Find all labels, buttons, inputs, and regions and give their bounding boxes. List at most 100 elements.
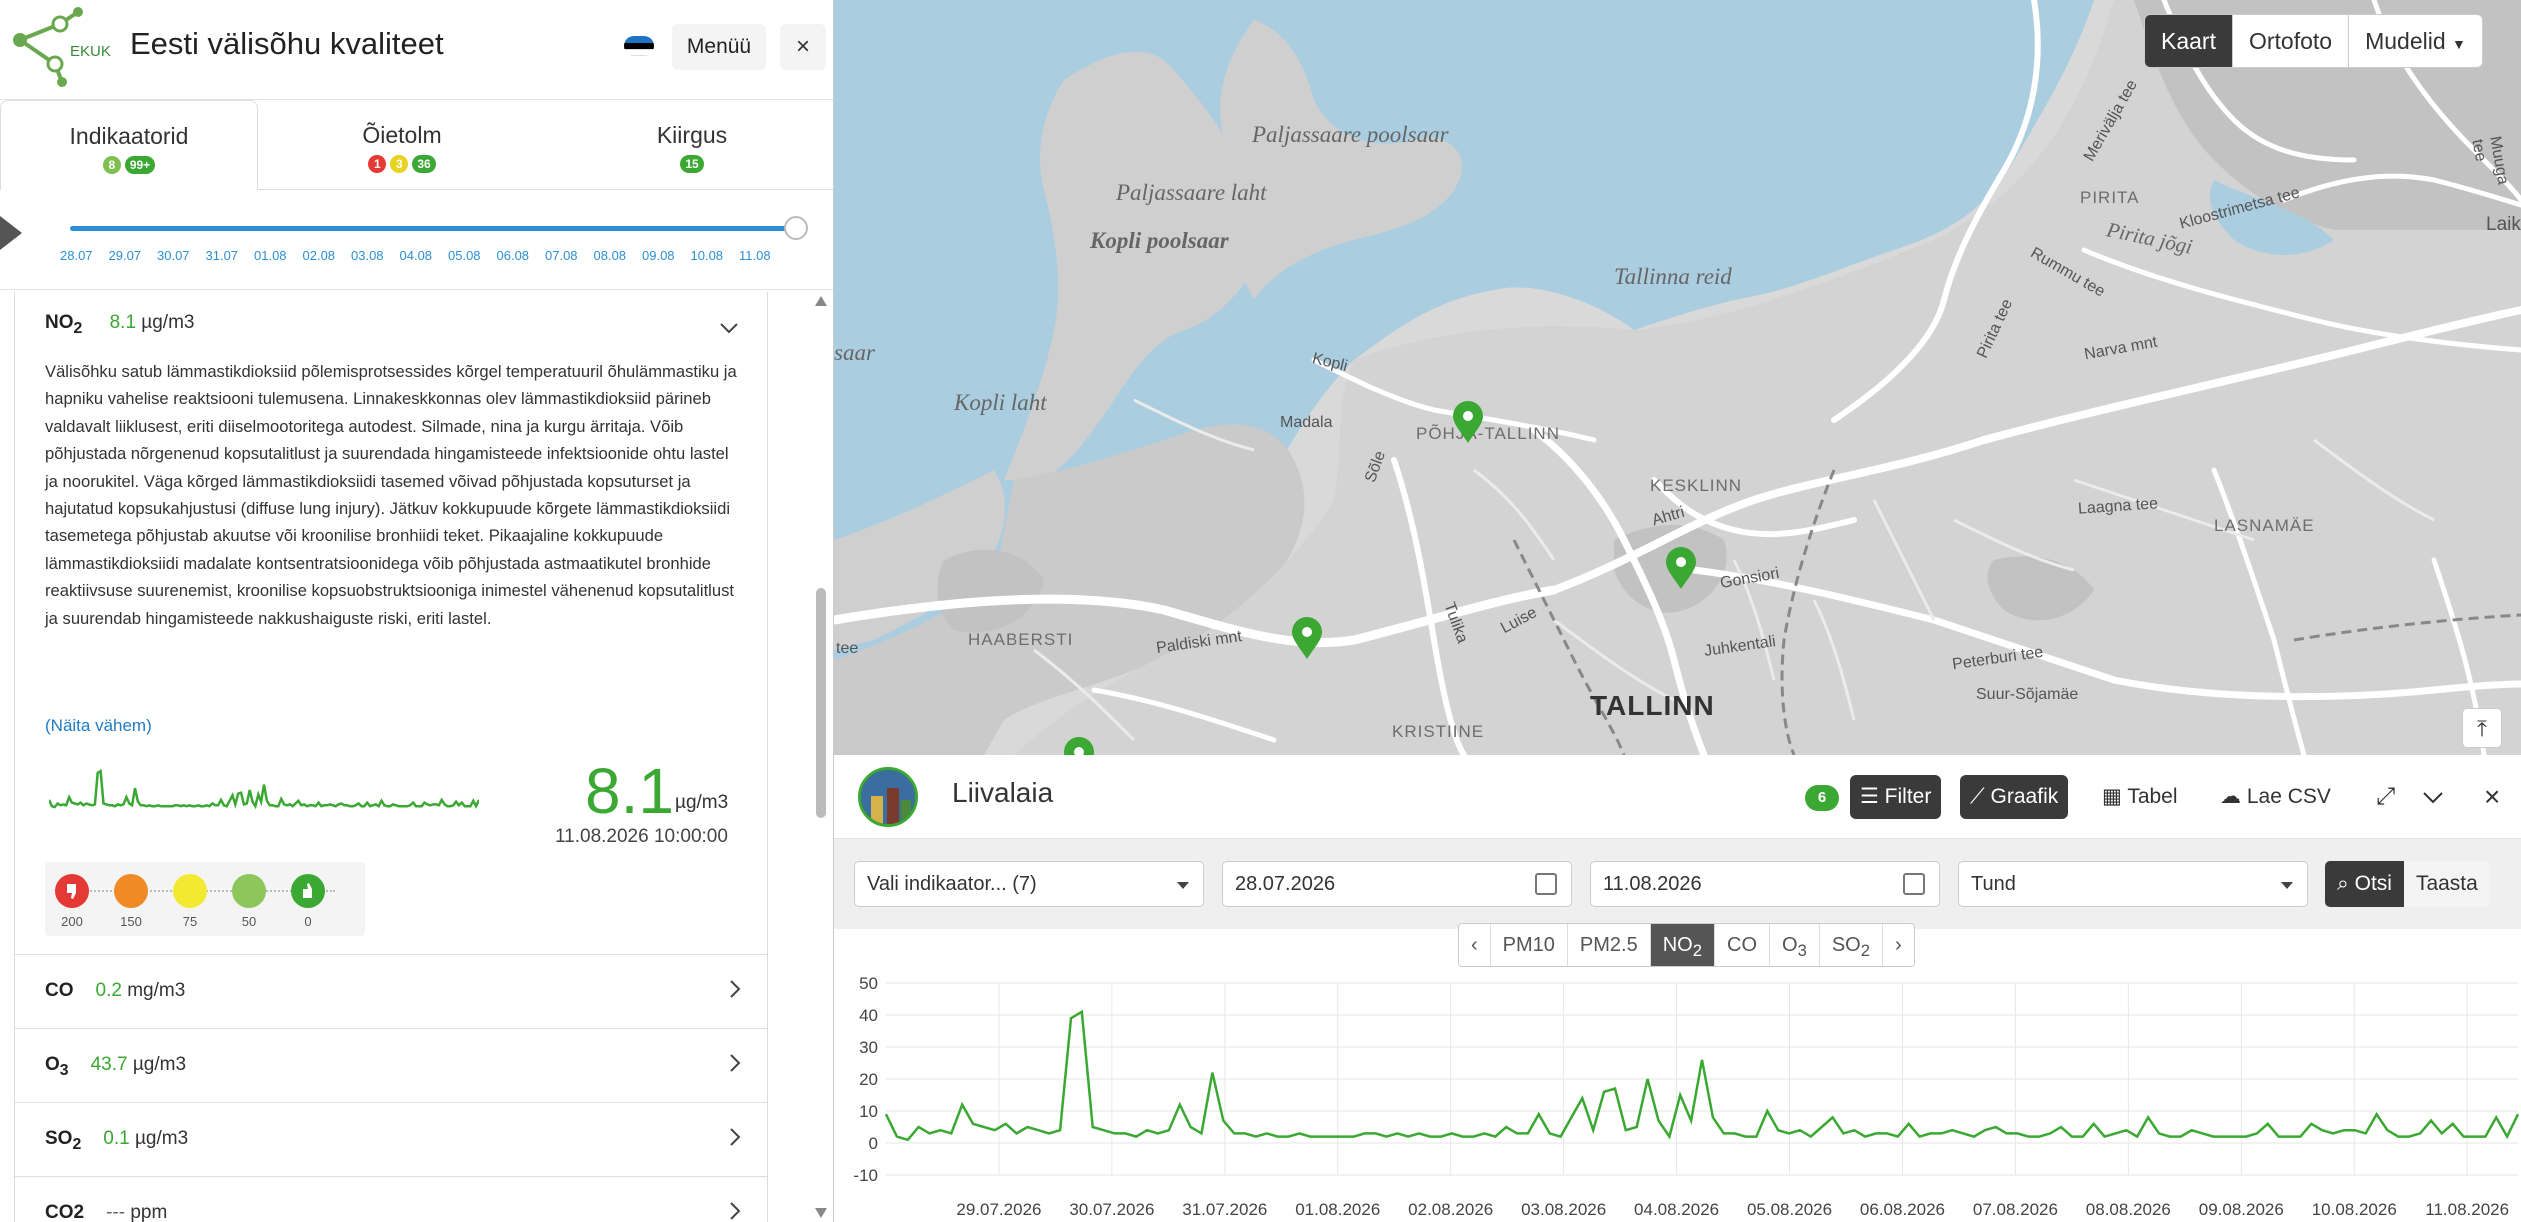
chevron-right-icon[interactable] [729, 1201, 741, 1221]
chevron-down-icon[interactable] [719, 322, 739, 334]
left-panel: EKUK Eesti välisõhu kvaliteet Menüü × In… [0, 0, 834, 1222]
station-marker-icon[interactable] [1062, 736, 1096, 755]
scale-label: 150 [120, 914, 142, 929]
search-icon: ⌕ [2337, 872, 2349, 895]
timeline-date[interactable]: 04.08 [400, 248, 433, 263]
kaart-button[interactable]: Kaart [2145, 15, 2233, 67]
map-label: Paljassaare poolsaar [1252, 122, 1449, 147]
panel-scrollbar[interactable] [810, 292, 832, 1222]
graafik-button[interactable]: ⟋ Graafik [1960, 775, 2069, 819]
thumbs-down-icon [55, 874, 89, 908]
pollutant-tab-pm10[interactable]: PM10 [1491, 924, 1568, 966]
svg-text:EKUK: EKUK [70, 43, 111, 60]
station-marker-icon[interactable] [1290, 616, 1324, 660]
station-marker-icon[interactable] [1664, 546, 1698, 590]
expand-icon[interactable]: ⤢ [2366, 775, 2405, 819]
chevron-right-icon[interactable] [729, 1127, 741, 1147]
district-label: HAABERSTI [968, 630, 1074, 649]
timeline-date[interactable]: 08.08 [594, 248, 627, 263]
no2-sparkline [49, 768, 479, 810]
indicator-row-co[interactable]: CO 0.2 mg/m3 [15, 954, 767, 1028]
station-panel: Liivalaia 6 ☰ Filter ⟋ Graafik ▦ Tabel ☁… [834, 755, 2521, 1222]
timeline-date[interactable]: 07.08 [545, 248, 578, 263]
timeline-date[interactable]: 03.08 [351, 248, 384, 263]
timeline-date[interactable]: 05.08 [448, 248, 481, 263]
cloud-download-icon: ☁ [2220, 785, 2241, 808]
menu-button[interactable]: Menüü [672, 24, 766, 70]
timeline-date[interactable]: 02.08 [303, 248, 336, 263]
reset-button[interactable]: Taasta [2403, 861, 2490, 907]
scale-dot [114, 874, 148, 908]
indicator-row-so2[interactable]: SO2 0.1 µg/m3 [15, 1102, 767, 1176]
y-tick-label: 30 [859, 1038, 878, 1057]
show-less-link[interactable]: (Näita vähem) [45, 716, 152, 736]
pollutant-tab-no2[interactable]: NO2 [1650, 924, 1715, 966]
csv-download-button[interactable]: ☁ Lae CSV [2210, 775, 2341, 819]
timeline-handle[interactable] [784, 216, 808, 240]
no2-header[interactable]: NO2 8.1 µg/m3 [45, 312, 194, 338]
x-tick-label: 08.08.2026 [2086, 1200, 2171, 1219]
timeline-date[interactable]: 11.08 [739, 248, 771, 263]
timeline-date[interactable]: 29.07 [109, 248, 142, 263]
timeline-date[interactable]: 01.08 [254, 248, 287, 263]
period-select[interactable]: Tund [1958, 861, 2308, 907]
app-title: Eesti välisõhu kvaliteet [130, 26, 444, 61]
map-label: Tallinna reid [1614, 264, 1732, 289]
x-tick-label: 10.08.2026 [2312, 1200, 2397, 1219]
timeline-date[interactable]: 09.08 [642, 248, 675, 263]
no2-description: Välisõhku satub lämmastikdioksiid põlemi… [45, 362, 737, 628]
close-panel-button[interactable]: × [780, 24, 826, 70]
pollutant-tab-co[interactable]: CO [1715, 924, 1770, 966]
pollutant-tab-[interactable]: › [1883, 924, 1914, 966]
x-tick-label: 11.08.2026 [2425, 1200, 2509, 1219]
timeline-date[interactable]: 10.08 [691, 248, 724, 263]
badge: 3 [390, 155, 409, 173]
timeline-date[interactable]: 30.07 [157, 248, 190, 263]
y-tick-label: 10 [859, 1102, 878, 1121]
district-label: LASNAMÄE [2214, 516, 2315, 535]
map-label: Kopli poolsaar [1090, 228, 1229, 253]
date-from-input[interactable]: 28.07.2026 [1222, 861, 1572, 907]
search-button[interactable]: ⌕ Otsi [2325, 861, 2404, 907]
tab-kiirgus[interactable]: Kiirgus 15 [550, 100, 833, 190]
map-view[interactable]: Kaart Ortofoto Mudelid ▼ Paljassaare poo… [834, 0, 2521, 755]
tab-oietolm[interactable]: Õietolm 1 3 36 [260, 100, 544, 190]
collapse-up-icon[interactable]: ⤒ [2462, 708, 2502, 748]
pollutant-value: 8.1 [109, 312, 137, 333]
chevron-right-icon[interactable] [729, 1053, 741, 1073]
x-tick-label: 31.07.2026 [1182, 1200, 1267, 1219]
x-tick-label: 02.08.2026 [1408, 1200, 1493, 1219]
timeline-date[interactable]: 28.07 [60, 248, 93, 263]
scale-dot [173, 874, 207, 908]
indicator-row-co2[interactable]: CO2 --- ppm [15, 1176, 767, 1222]
date-to-input[interactable]: 11.08.2026 [1590, 861, 1940, 907]
tabel-button[interactable]: ▦ Tabel [2092, 775, 2188, 819]
play-icon[interactable] [0, 216, 22, 250]
scale-label: 0 [304, 914, 312, 929]
estonian-flag-icon[interactable] [624, 36, 654, 56]
scale-label: 200 [61, 914, 83, 929]
x-tick-label: 07.08.2026 [1973, 1200, 2058, 1219]
badge: 36 [412, 155, 436, 173]
tab-indikaatorid[interactable]: Indikaatorid 8 99+ [0, 100, 258, 192]
filter-bar: Vali indikaator... (7) 28.07.2026 11.08.… [834, 839, 2521, 929]
indicator-select[interactable]: Vali indikaator... (7) [854, 861, 1204, 907]
filter-button[interactable]: ☰ Filter [1850, 775, 1942, 819]
chevron-down-icon[interactable] [2422, 791, 2444, 805]
timeline-date[interactable]: 06.08 [497, 248, 530, 263]
mudelid-dropdown[interactable]: Mudelid ▼ [2349, 15, 2482, 67]
pollutant-tab-o3[interactable]: O3 [1770, 924, 1820, 966]
ortofoto-button[interactable]: Ortofoto [2233, 15, 2350, 67]
chevron-right-icon[interactable] [729, 979, 741, 999]
map-layer-switcher: Kaart Ortofoto Mudelid ▼ [2144, 14, 2483, 68]
pollutant-tab-pm25[interactable]: PM2.5 [1568, 924, 1651, 966]
pollutant-tab-[interactable]: ‹ [1459, 924, 1491, 966]
pollutant-tab-so2[interactable]: SO2 [1820, 924, 1883, 966]
timeline-date[interactable]: 31.07 [206, 248, 239, 263]
timeline-track[interactable] [70, 226, 796, 231]
station-marker-icon[interactable] [1451, 400, 1485, 444]
x-tick-label: 06.08.2026 [1860, 1200, 1945, 1219]
close-icon[interactable]: × [2474, 775, 2510, 819]
pollutant-unit: µg/m3 [141, 312, 195, 333]
indicator-row-o3[interactable]: O3 43.7 µg/m3 [15, 1028, 767, 1102]
